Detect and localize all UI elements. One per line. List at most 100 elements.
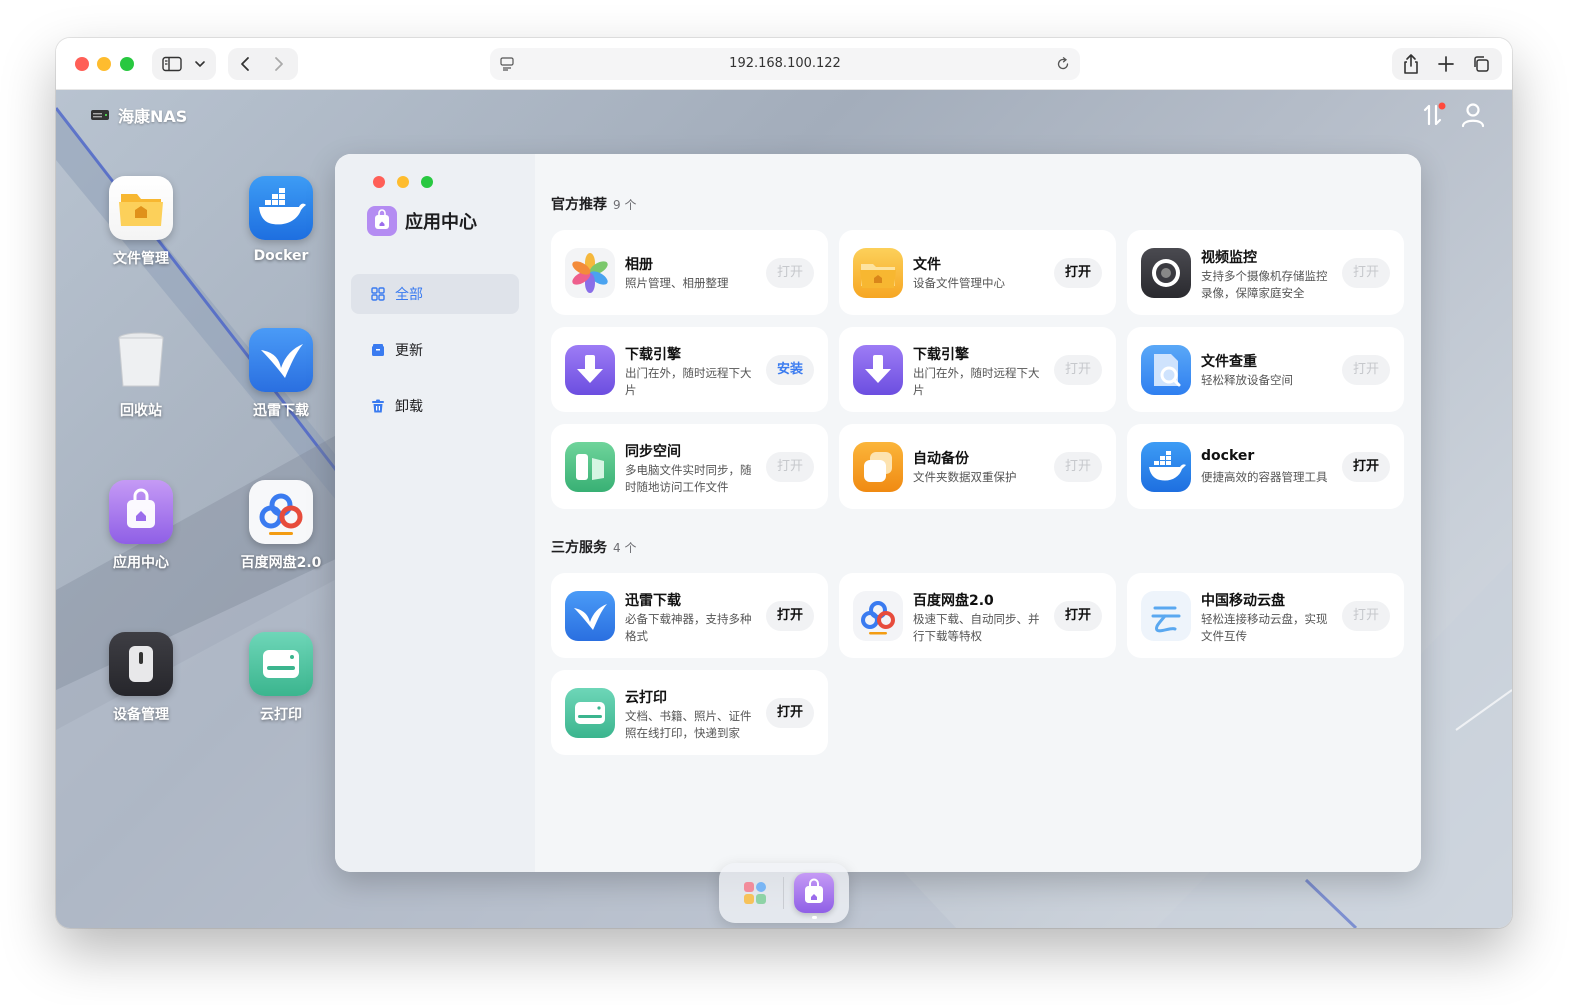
app-minimize-button[interactable]	[397, 176, 409, 188]
app-card[interactable]: 百度网盘2.0 极速下载、自动同步、并行下载等特权 打开	[839, 573, 1116, 658]
app-card[interactable]: 迅雷下载 必备下载神器，支持多种格式 打开	[551, 573, 828, 658]
app-card[interactable]: 云打印 文档、书籍、照片、证件照在线打印，快递到家 打开	[551, 670, 828, 755]
transfer-icon[interactable]	[1420, 102, 1446, 128]
nas-device-icon	[91, 110, 109, 120]
desktop-icon-file-manager[interactable]: 文件管理	[81, 176, 201, 268]
app-name: 云打印	[625, 690, 667, 706]
sync-space-icon	[565, 442, 615, 492]
app-description: 多电脑文件实时同步，随时随地访问工作文件	[625, 463, 752, 494]
app-card[interactable]: 文件 设备文件管理中心 打开	[839, 230, 1116, 315]
section-count: 4 个	[613, 541, 637, 555]
app-description: 文档、书籍、照片、证件照在线打印，快递到家	[625, 709, 752, 740]
open-button[interactable]: 打开	[1054, 452, 1102, 482]
dock-app-center-icon[interactable]	[794, 873, 834, 913]
app-card[interactable]: 下载引擎 出门在外，随时远程下大片 打开	[839, 327, 1116, 412]
app-center-logo-icon	[367, 206, 397, 236]
sidebar-icon	[162, 56, 182, 72]
desktop-icon-trash[interactable]: 回收站	[81, 328, 201, 420]
nav-item-update[interactable]: 更新	[351, 330, 519, 370]
baidu-netdisk-icon	[249, 480, 313, 544]
open-button[interactable]: 打开	[766, 452, 814, 482]
app-title-label: 应用中心	[405, 212, 477, 233]
forward-arrow-icon[interactable]	[272, 55, 286, 73]
install-button[interactable]: 安装	[766, 355, 814, 385]
app-description: 出门在外，随时远程下大片	[913, 366, 1040, 397]
new-tab-plus-icon[interactable]	[1438, 56, 1454, 72]
open-button[interactable]: 打开	[1342, 355, 1390, 385]
app-card[interactable]: 中国移动云盘 轻松连接移动云盘，实现文件互传 打开	[1127, 573, 1404, 658]
dock-divider	[783, 877, 784, 909]
close-window-button[interactable]	[75, 57, 89, 71]
open-button[interactable]: 打开	[1054, 355, 1102, 385]
desktop-icon-app-center[interactable]: 应用中心	[81, 480, 201, 572]
back-arrow-icon[interactable]	[238, 55, 252, 73]
nav-item-label: 全部	[395, 287, 423, 303]
browser-toolbar: 192.168.100.122	[56, 38, 1512, 90]
grid-icon	[371, 287, 385, 301]
app-description: 必备下载神器，支持多种格式	[625, 612, 752, 643]
app-description: 出门在外，随时远程下大片	[625, 366, 752, 397]
open-button[interactable]: 打开	[1054, 601, 1102, 631]
app-description: 便捷高效的容器管理工具	[1201, 470, 1328, 484]
app-name: docker	[1201, 448, 1255, 464]
share-icon[interactable]	[1402, 53, 1420, 75]
nav-item-label: 卸载	[395, 399, 423, 415]
app-card[interactable]: 视频监控 支持多个摄像机存储监控录像，保障家庭安全 打开	[1127, 230, 1404, 315]
baidu-netdisk-icon	[853, 591, 903, 641]
download-arrow-icon	[853, 345, 903, 395]
app-name: 文件	[913, 257, 941, 273]
app-card[interactable]: 自动备份 文件夹数据双重保护 打开	[839, 424, 1116, 509]
trash-icon	[372, 399, 384, 413]
app-name: 相册	[625, 257, 653, 273]
app-main-panel: 官方推荐 9 个 相册 照片管理、相册整理 打开 文件 设备文件管理中心 打开 …	[535, 154, 1421, 872]
folder-icon	[853, 248, 903, 298]
app-maximize-button[interactable]	[421, 176, 433, 188]
desktop-icon-device-manager[interactable]: 设备管理	[81, 632, 201, 724]
sidebar-toggle-button[interactable]	[152, 48, 216, 80]
toolbar-actions	[1392, 48, 1502, 80]
open-button[interactable]: 打开	[766, 698, 814, 728]
open-button[interactable]: 打开	[1342, 452, 1390, 482]
device-manager-icon	[109, 632, 173, 696]
open-button[interactable]: 打开	[766, 258, 814, 288]
download-arrow-icon	[565, 345, 615, 395]
app-card[interactable]: 同步空间 多电脑文件实时同步，随时随地访问工作文件 打开	[551, 424, 828, 509]
section-official-header: 官方推荐 9 个	[551, 194, 636, 214]
open-button[interactable]: 打开	[1054, 258, 1102, 288]
app-card[interactable]: 文件查重 轻松释放设备空间 打开	[1127, 327, 1404, 412]
open-button[interactable]: 打开	[1342, 258, 1390, 288]
launcher-grid-icon[interactable]	[743, 881, 767, 905]
minimize-window-button[interactable]	[97, 57, 111, 71]
user-icon[interactable]	[1460, 102, 1486, 128]
app-title: 应用中心	[367, 206, 477, 236]
nav-item-uninstall[interactable]: 卸载	[351, 386, 519, 426]
browser-window: 192.168.100.122 海康NAS 文件管理 Docker 回收站 迅雷…	[56, 38, 1512, 928]
zoom-window-button[interactable]	[120, 57, 134, 71]
docker-whale-icon	[249, 176, 313, 240]
nas-brand-label: 海康NAS	[118, 107, 188, 126]
app-center-bag-icon	[109, 480, 173, 544]
dock	[719, 863, 849, 923]
app-description: 轻松连接移动云盘，实现文件互传	[1201, 612, 1328, 643]
desktop-icon-docker[interactable]: Docker	[221, 176, 341, 264]
open-button[interactable]: 打开	[766, 601, 814, 631]
desktop-icon-xunlei[interactable]: 迅雷下载	[221, 328, 341, 420]
dock-running-indicator	[812, 916, 817, 919]
address-bar[interactable]: 192.168.100.122	[490, 48, 1080, 80]
app-card[interactable]: docker 便捷高效的容器管理工具 打开	[1127, 424, 1404, 509]
desktop-icon-baidu-netdisk[interactable]: 百度网盘2.0	[221, 480, 341, 572]
app-name: 下载引擎	[625, 347, 681, 363]
desktop-icon-cloud-print[interactable]: 云打印	[221, 632, 341, 724]
app-name: 中国移动云盘	[1201, 593, 1285, 609]
app-close-button[interactable]	[373, 176, 385, 188]
app-card[interactable]: 下载引擎 出门在外，随时远程下大片 安装	[551, 327, 828, 412]
tab-overview-icon[interactable]	[1472, 55, 1490, 73]
nas-desktop: 海康NAS 文件管理 Docker 回收站 迅雷下载 应用中心 百度网盘2.0 …	[56, 90, 1512, 928]
open-button[interactable]: 打开	[1342, 601, 1390, 631]
printer-icon	[249, 632, 313, 696]
app-description: 文件夹数据双重保护	[913, 470, 1017, 484]
nav-item-all[interactable]: 全部	[351, 274, 519, 314]
docker-whale-icon	[1141, 442, 1191, 492]
reload-icon[interactable]	[1056, 57, 1070, 71]
app-card[interactable]: 相册 照片管理、相册整理 打开	[551, 230, 828, 315]
